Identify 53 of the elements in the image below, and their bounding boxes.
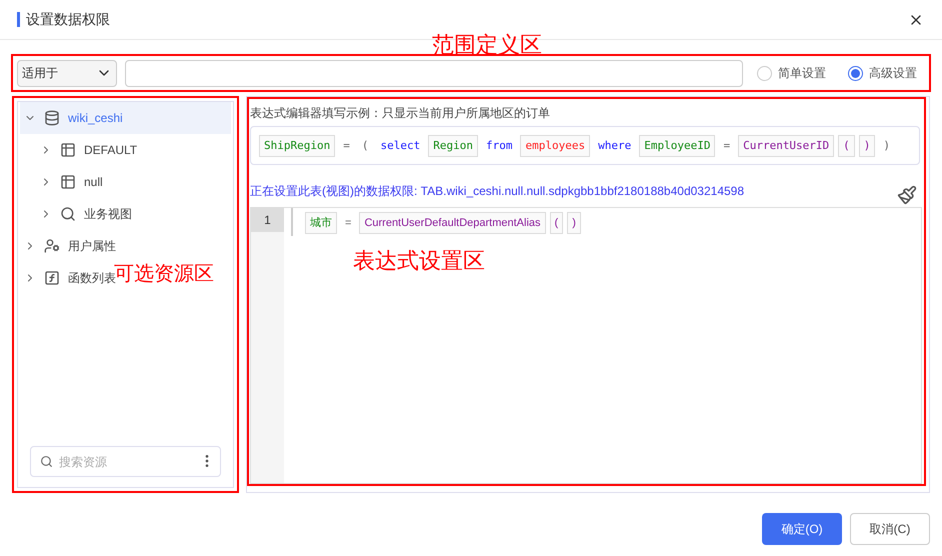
field-token: 城市 [305, 212, 337, 234]
annotation-label: 范围定义区 [432, 31, 542, 59]
brush-icon[interactable] [897, 185, 917, 205]
database-icon [44, 110, 60, 126]
annotation-label: 可选资源区 [114, 262, 214, 287]
tree-item[interactable]: 用户属性 [20, 230, 118, 262]
paren-token: ) [858, 134, 876, 156]
keyword-token: where [597, 138, 632, 154]
keyword-token: from [484, 138, 514, 154]
tree-label: 用户属性 [68, 238, 116, 255]
example-caption: 表达式编辑器填写示例：只显示当前用户所属地区的订单 [250, 105, 551, 122]
table-icon [60, 142, 76, 158]
confirm-button[interactable]: 确定(O) [762, 513, 842, 545]
operator-token: ( [360, 138, 370, 154]
search-icon [60, 206, 76, 222]
cancel-button[interactable]: 取消(C) [850, 513, 930, 545]
table-token: employees [520, 134, 590, 156]
keyword-token: select [379, 138, 422, 154]
field-token: Region [428, 134, 478, 156]
scope-select[interactable]: 适用于 [17, 60, 117, 86]
field-token: EmployeeID [639, 134, 716, 156]
tree-item[interactable]: null [20, 166, 105, 198]
tree-item[interactable]: 业务视图 [20, 198, 134, 230]
tree-label: DEFAULT [84, 142, 138, 159]
line-number: 1 [251, 208, 284, 232]
code-editor[interactable]: 1 城市 = CurrentUserDefaultDepartmentAlias ( ) 表达式设置区 [250, 207, 922, 484]
function-token: CurrentUserID [738, 134, 834, 156]
paren-token: ( [838, 134, 855, 156]
scope-input[interactable] [125, 60, 743, 86]
tree-label: null [84, 174, 103, 191]
search-icon [40, 455, 53, 468]
field-token: ShipRegion [259, 134, 336, 156]
dialog-title: 设置数据权限 [26, 10, 110, 29]
operator-token: = [722, 138, 732, 154]
radio-option[interactable]: 简单设置 [757, 64, 826, 82]
operator-token: = [342, 138, 351, 154]
tree-label: wiki_ceshi [68, 110, 123, 127]
tree-item[interactable]: wiki_ceshi [20, 102, 231, 134]
search-field[interactable]: 搜索资源 [30, 446, 221, 477]
function-token: CurrentUserDefaultDepartmentAlias [359, 212, 546, 234]
annotation-label: 表达式设置区 [353, 247, 485, 275]
table-icon [60, 174, 76, 190]
function-icon [44, 270, 60, 286]
user-icon [44, 238, 60, 254]
tree-item[interactable]: DEFAULT [20, 134, 140, 166]
operator-token: = [344, 216, 352, 231]
tree-label: 业务视图 [84, 206, 132, 223]
paren-token: ( [550, 212, 564, 234]
tree-label: 函数列表 [68, 271, 116, 287]
target-text: 正在设置此表(视图)的数据权限: TAB.wiki_ceshi.null.null.sdpkgbb1bbf2180188b40d03214598 [250, 183, 744, 200]
operator-token: ) [882, 138, 892, 154]
paren-token: ) [567, 212, 581, 234]
radio-option[interactable]: 高级设置 [848, 64, 917, 82]
